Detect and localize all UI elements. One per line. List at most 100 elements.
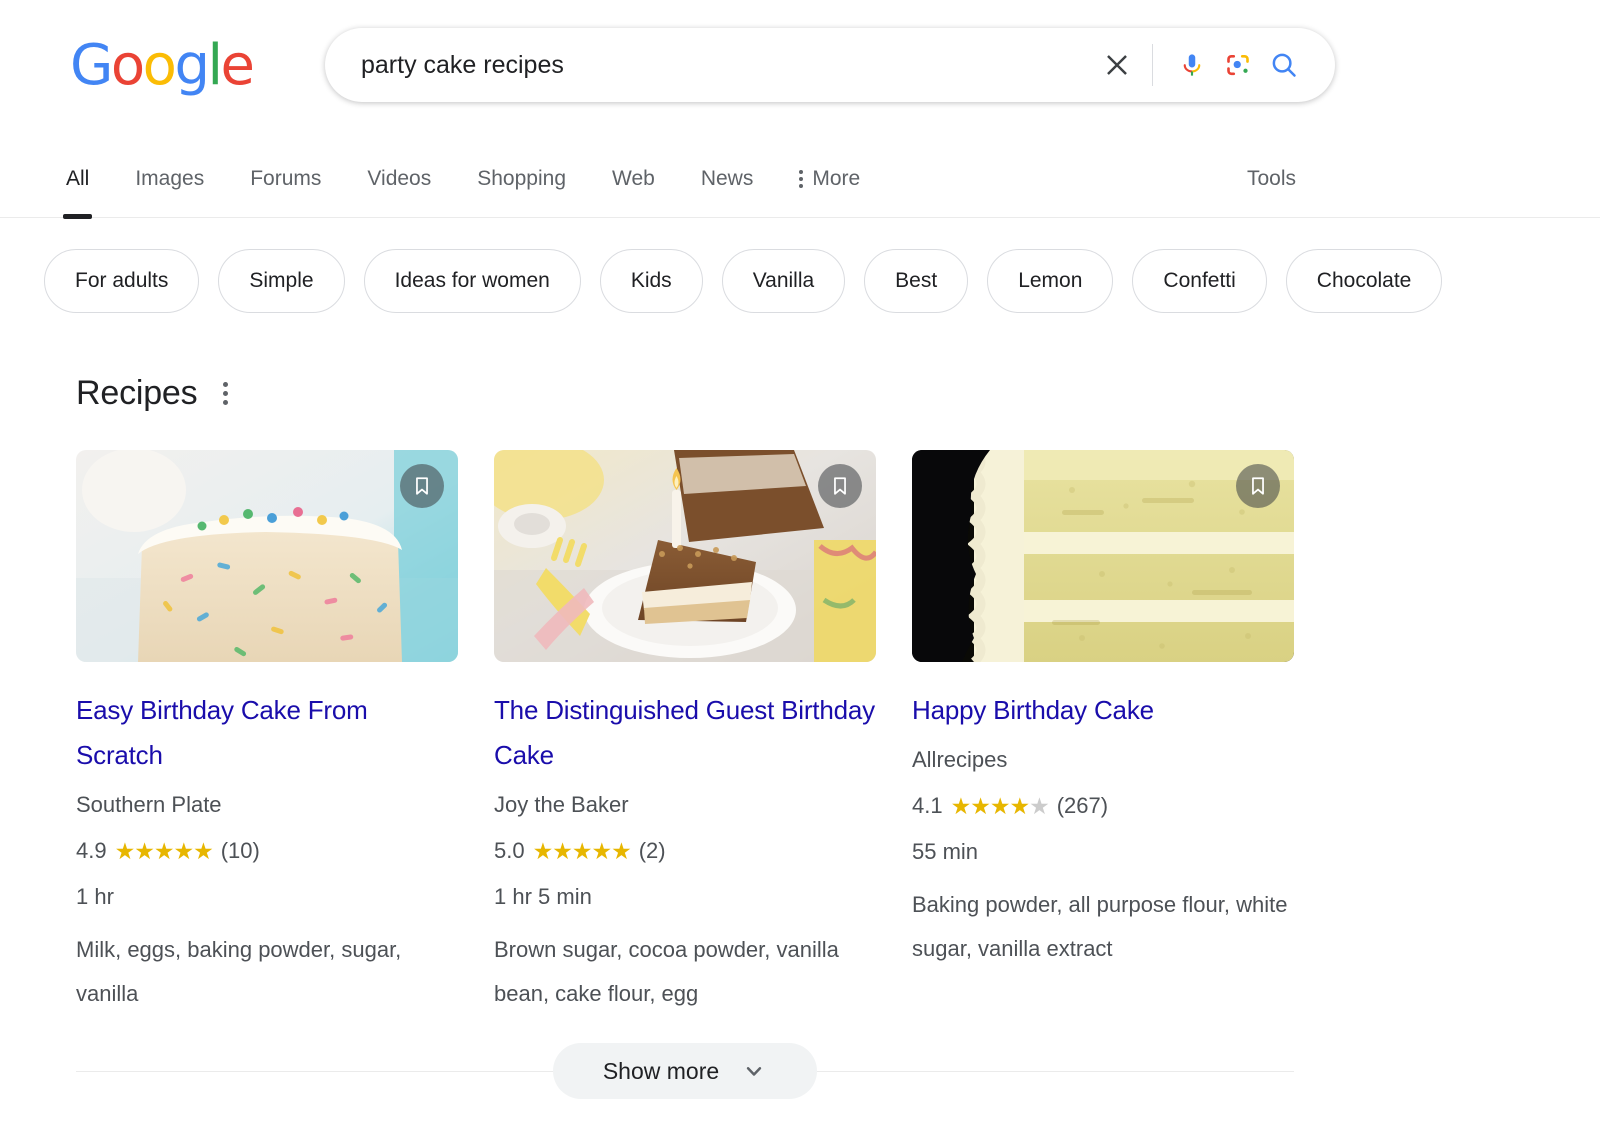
show-more-button[interactable]: Show more bbox=[553, 1043, 817, 1099]
voice-search-button[interactable] bbox=[1169, 42, 1215, 88]
chip-label: Simple bbox=[249, 269, 313, 293]
review-count: (2) bbox=[639, 836, 666, 866]
results-navigation: All Images Forums Videos Shopping Web Ne… bbox=[0, 150, 1600, 218]
bookmark-icon bbox=[411, 475, 433, 497]
show-more-label: Show more bbox=[603, 1058, 719, 1085]
logo-letter-1: o bbox=[111, 38, 143, 94]
refinement-chip-list: For adults Simple Ideas for women Kids V… bbox=[44, 249, 1442, 313]
search-input[interactable] bbox=[325, 45, 1094, 85]
tab-web-label: Web bbox=[612, 167, 655, 190]
chip-confetti[interactable]: Confetti bbox=[1132, 249, 1266, 313]
search-bar-icons bbox=[1094, 42, 1335, 88]
recipes-section-header: Recipes bbox=[76, 374, 234, 413]
star-rating-icon: ★★★★★ bbox=[533, 836, 631, 866]
chip-label: Kids bbox=[631, 269, 672, 293]
tab-forums-label: Forums bbox=[250, 167, 321, 190]
tab-forums[interactable]: Forums bbox=[250, 150, 321, 218]
google-lens-button[interactable] bbox=[1215, 42, 1261, 88]
tab-news[interactable]: News bbox=[701, 150, 754, 218]
search-bar-divider bbox=[1152, 44, 1153, 86]
nav-tab-list: All Images Forums Videos Shopping Web Ne… bbox=[0, 150, 1600, 217]
recipe-thumbnail[interactable] bbox=[76, 450, 458, 662]
bookmark-button[interactable] bbox=[818, 464, 862, 508]
chip-vanilla[interactable]: Vanilla bbox=[722, 249, 845, 313]
tab-all[interactable]: All bbox=[66, 150, 89, 218]
recipe-source: Allrecipes bbox=[912, 745, 1294, 775]
chip-label: Confetti bbox=[1163, 269, 1235, 293]
chip-label: Chocolate bbox=[1317, 269, 1412, 293]
recipe-ingredients: Milk, eggs, baking powder, sugar, vanill… bbox=[76, 928, 458, 1016]
rating-value: 4.9 bbox=[76, 836, 107, 866]
recipe-ingredients: Brown sugar, cocoa powder, vanilla bean,… bbox=[494, 928, 876, 1016]
tools-label: Tools bbox=[1247, 167, 1296, 190]
recipe-thumbnail[interactable] bbox=[912, 450, 1294, 662]
recipe-rating: 4.9 ★★★★★ (10) bbox=[76, 836, 458, 866]
chip-simple[interactable]: Simple bbox=[218, 249, 344, 313]
recipe-rating: 4.1 ★★★★★ (267) bbox=[912, 791, 1294, 821]
tab-shopping-label: Shopping bbox=[477, 167, 566, 190]
show-more-container: Show more bbox=[76, 1043, 1294, 1099]
recipes-overflow-kebab-menu-icon[interactable] bbox=[217, 378, 234, 409]
recipe-thumbnail[interactable] bbox=[494, 450, 876, 662]
tools-button[interactable]: Tools bbox=[1247, 167, 1296, 191]
recipe-card[interactable]: The Distinguished Guest Birthday Cake Jo… bbox=[494, 450, 876, 1016]
chevron-down-icon bbox=[741, 1058, 767, 1084]
recipe-source: Southern Plate bbox=[76, 790, 458, 820]
tab-videos-label: Videos bbox=[367, 167, 431, 190]
tab-shopping[interactable]: Shopping bbox=[477, 150, 566, 218]
recipe-title-link[interactable]: Easy Birthday Cake From Scratch bbox=[76, 688, 458, 778]
star-rating-icon: ★★★★★ bbox=[951, 791, 1049, 821]
search-submit-button[interactable] bbox=[1261, 42, 1307, 88]
page-title: Recipes bbox=[76, 374, 197, 413]
google-logo[interactable]: Google bbox=[70, 38, 253, 94]
recipe-card[interactable]: Easy Birthday Cake From Scratch Southern… bbox=[76, 450, 458, 1016]
recipe-time: 1 hr bbox=[76, 882, 458, 912]
chip-kids[interactable]: Kids bbox=[600, 249, 703, 313]
bookmark-icon bbox=[1247, 475, 1269, 497]
tab-images-label: Images bbox=[135, 167, 204, 190]
chip-label: Best bbox=[895, 269, 937, 293]
recipe-time: 1 hr 5 min bbox=[494, 882, 876, 912]
recipe-rating: 5.0 ★★★★★ (2) bbox=[494, 836, 876, 866]
bookmark-icon bbox=[829, 475, 851, 497]
bookmark-button[interactable] bbox=[1236, 464, 1280, 508]
review-count: (10) bbox=[221, 836, 260, 866]
star-rating-icon: ★★★★★ bbox=[115, 836, 213, 866]
bookmark-button[interactable] bbox=[400, 464, 444, 508]
logo-letter-0: G bbox=[70, 38, 111, 94]
tab-all-label: All bbox=[66, 167, 89, 190]
recipe-card-grid: Easy Birthday Cake From Scratch Southern… bbox=[76, 450, 1294, 1016]
clear-search-button[interactable] bbox=[1094, 42, 1140, 88]
recipe-title-link[interactable]: The Distinguished Guest Birthday Cake bbox=[494, 688, 876, 778]
kebab-menu-icon bbox=[799, 169, 803, 189]
more-filters-label: More bbox=[812, 167, 860, 191]
chip-chocolate[interactable]: Chocolate bbox=[1286, 249, 1443, 313]
chip-lemon[interactable]: Lemon bbox=[987, 249, 1113, 313]
chip-for-adults[interactable]: For adults bbox=[44, 249, 199, 313]
tab-videos[interactable]: Videos bbox=[367, 150, 431, 218]
chip-best[interactable]: Best bbox=[864, 249, 968, 313]
search-bar bbox=[325, 28, 1335, 102]
logo-letter-4: l bbox=[207, 38, 220, 94]
tab-web[interactable]: Web bbox=[612, 150, 655, 218]
search-header: Google bbox=[0, 0, 1600, 218]
logo-letter-5: e bbox=[221, 38, 253, 94]
review-count: (267) bbox=[1057, 791, 1108, 821]
more-filters-button[interactable]: More bbox=[799, 150, 860, 191]
recipe-card[interactable]: Happy Birthday Cake Allrecipes 4.1 ★★★★★… bbox=[912, 450, 1294, 1016]
tab-images[interactable]: Images bbox=[135, 150, 204, 218]
recipe-source: Joy the Baker bbox=[494, 790, 876, 820]
recipe-time: 55 min bbox=[912, 837, 1294, 867]
chip-label: Vanilla bbox=[753, 269, 814, 293]
chip-label: Lemon bbox=[1018, 269, 1082, 293]
recipe-title-link[interactable]: Happy Birthday Cake bbox=[912, 688, 1294, 733]
rating-value: 5.0 bbox=[494, 836, 525, 866]
chip-ideas-for-women[interactable]: Ideas for women bbox=[364, 249, 581, 313]
logo-letter-3: g bbox=[174, 38, 207, 94]
rating-value: 4.1 bbox=[912, 791, 943, 821]
chip-label: Ideas for women bbox=[395, 269, 550, 293]
chip-label: For adults bbox=[75, 269, 168, 293]
logo-letter-2: o bbox=[143, 38, 175, 94]
tab-news-label: News bbox=[701, 167, 754, 190]
recipe-ingredients: Baking powder, all purpose flour, white … bbox=[912, 883, 1294, 971]
